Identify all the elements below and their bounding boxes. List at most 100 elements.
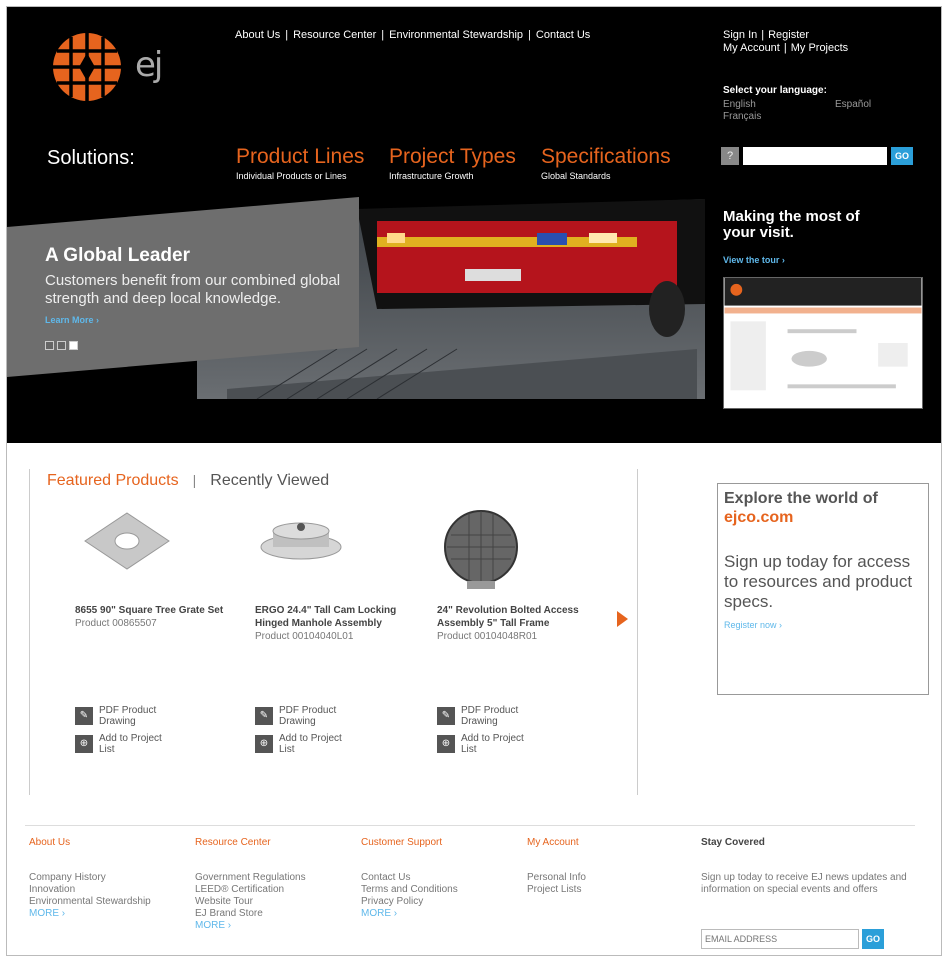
language-espanol[interactable]: Español: [835, 99, 871, 110]
solution-title: Project Types: [389, 145, 516, 168]
nav-contact-us[interactable]: Contact Us: [536, 29, 590, 41]
explore-promo-box: Explore the world of ejco.com Sign up to…: [717, 483, 929, 695]
carousel-dot[interactable]: [45, 341, 54, 350]
pdf-drawing-link[interactable]: ✎ PDF Product Drawing: [437, 705, 541, 727]
divider: [29, 469, 30, 795]
pdf-drawing-link[interactable]: ✎ PDF Product Drawing: [75, 705, 179, 727]
product-image[interactable]: [75, 507, 245, 595]
footer-link[interactable]: Company History: [29, 872, 179, 884]
hero-subtitle: Customers benefit from our combined glob…: [45, 272, 341, 307]
product-card: ERGO 24.4" Tall Cam Locking Hinged Manho…: [255, 507, 425, 755]
solution-specifications[interactable]: Specifications Global Standards: [541, 145, 671, 181]
language-english[interactable]: English: [723, 99, 835, 110]
footer-heading[interactable]: Customer Support: [361, 837, 511, 849]
tab-featured-products[interactable]: Featured Products: [47, 472, 179, 490]
search-input[interactable]: [743, 147, 887, 165]
footer-more-link[interactable]: MORE ›: [361, 908, 511, 920]
product-image[interactable]: [437, 507, 607, 595]
visit-promo: Making the most of your visit. View the …: [723, 208, 873, 266]
register-now-link[interactable]: Register now ›: [724, 620, 922, 630]
email-field[interactable]: [701, 929, 859, 949]
footer-link[interactable]: EJ Brand Store: [195, 908, 345, 920]
footer-link[interactable]: Terms and Conditions: [361, 884, 511, 896]
footer-stay-covered: Stay Covered Sign up today to receive EJ…: [701, 837, 917, 896]
solution-product-lines[interactable]: Product Lines Individual Products or Lin…: [236, 145, 364, 181]
register-link[interactable]: Register: [768, 29, 809, 42]
ej-logo-icon[interactable]: [51, 31, 123, 103]
tour-thumbnail-image[interactable]: [723, 277, 923, 409]
visit-title: Making the most of your visit.: [723, 208, 860, 241]
my-account-link[interactable]: My Account: [723, 42, 780, 55]
featured-tabs: Featured Products | Recently Viewed: [47, 472, 330, 490]
solution-title: Product Lines: [236, 145, 365, 168]
solution-subtitle: Infrastructure Growth: [389, 171, 474, 181]
product-sku: Product 00865507: [75, 618, 157, 629]
solution-project-types[interactable]: Project Types Infrastructure Growth: [389, 145, 516, 181]
add-project-icon: ⊕: [437, 735, 455, 753]
hero-learn-more-link[interactable]: Learn More ›: [45, 315, 355, 325]
footer-link[interactable]: LEED® Certification: [195, 884, 345, 896]
site-header: ej About Us | Resource Center | Environm…: [7, 7, 941, 443]
solution-title: Specifications: [541, 145, 671, 168]
product-name[interactable]: ERGO 24.4" Tall Cam Locking Hinged Manho…: [255, 604, 425, 630]
solution-subtitle: Individual Products or Lines: [236, 171, 347, 181]
product-name[interactable]: 24" Revolution Bolted Access Assembly 5"…: [437, 604, 607, 630]
footer-support: Customer Support Contact Us Terms and Co…: [361, 837, 511, 920]
add-project-icon: ⊕: [255, 735, 273, 753]
nav-resource-center[interactable]: Resource Center: [293, 29, 376, 41]
footer-heading[interactable]: About Us: [29, 837, 179, 849]
nav-environmental-stewardship[interactable]: Environmental Stewardship: [389, 29, 523, 41]
footer-account: My Account Personal Info Project Lists: [527, 837, 677, 896]
newsletter-form: GO: [701, 929, 884, 949]
footer-heading: Stay Covered: [701, 837, 765, 848]
solutions-label: Solutions:: [47, 147, 135, 169]
carousel-dots: [45, 341, 78, 350]
page-frame: ej About Us | Resource Center | Environm…: [6, 6, 942, 956]
search-help-button[interactable]: ?: [721, 147, 739, 165]
carousel-dot-active[interactable]: [69, 341, 78, 350]
product-sku: Product 00104040L01: [255, 631, 354, 642]
language-selector: Select your language: English Español Fr…: [723, 85, 871, 122]
footer-link[interactable]: Website Tour: [195, 896, 345, 908]
footer-link[interactable]: Personal Info: [527, 872, 677, 884]
view-tour-link[interactable]: View the tour ›: [723, 255, 873, 265]
carousel-dot[interactable]: [57, 341, 66, 350]
footer-link[interactable]: Privacy Policy: [361, 896, 511, 908]
pdf-icon: ✎: [437, 707, 455, 725]
tab-recently-viewed[interactable]: Recently Viewed: [210, 472, 329, 490]
next-arrow-icon[interactable]: [617, 611, 628, 627]
footer-link[interactable]: Innovation: [29, 884, 179, 896]
hero-text: A Global Leader Customers benefit from o…: [45, 245, 355, 325]
footer-about: About Us Company History Innovation Envi…: [29, 837, 179, 920]
product-sku: Product 00104048R01: [437, 631, 538, 642]
pdf-icon: ✎: [255, 707, 273, 725]
newsletter-text: Sign up today to receive EJ news updates…: [701, 872, 907, 895]
add-to-project-link[interactable]: ⊕ Add to Project List: [255, 733, 359, 755]
pdf-drawing-link[interactable]: ✎ PDF Product Drawing: [255, 705, 359, 727]
footer-more-link[interactable]: MORE ›: [195, 920, 345, 932]
footer-link[interactable]: Environmental Stewardship: [29, 896, 179, 908]
add-to-project-link[interactable]: ⊕ Add to Project List: [75, 733, 179, 755]
add-project-icon: ⊕: [75, 735, 93, 753]
footer-more-link[interactable]: MORE ›: [29, 908, 179, 920]
explore-title: Explore the world of: [724, 490, 878, 507]
explore-site: ejco.com: [724, 509, 794, 526]
my-projects-link[interactable]: My Projects: [791, 42, 848, 55]
language-francais[interactable]: Français: [723, 111, 835, 122]
sign-in-link[interactable]: Sign In: [723, 29, 757, 42]
product-image[interactable]: [255, 507, 425, 595]
language-title: Select your language:: [723, 85, 827, 96]
top-navigation: About Us | Resource Center | Environment…: [235, 29, 591, 41]
footer-heading[interactable]: Resource Center: [195, 837, 345, 849]
footer-link[interactable]: Contact Us: [361, 872, 511, 884]
search-go-button[interactable]: GO: [891, 147, 913, 165]
footer-link[interactable]: Project Lists: [527, 884, 677, 896]
logo-text: ej: [135, 45, 163, 85]
add-to-project-link[interactable]: ⊕ Add to Project List: [437, 733, 541, 755]
footer-resource: Resource Center Government Regulations L…: [195, 837, 345, 932]
nav-about-us[interactable]: About Us: [235, 29, 280, 41]
footer-heading[interactable]: My Account: [527, 837, 677, 849]
newsletter-go-button[interactable]: GO: [862, 929, 884, 949]
footer-link[interactable]: Government Regulations: [195, 872, 345, 884]
product-name[interactable]: 8655 90" Square Tree Grate Set: [75, 604, 245, 617]
